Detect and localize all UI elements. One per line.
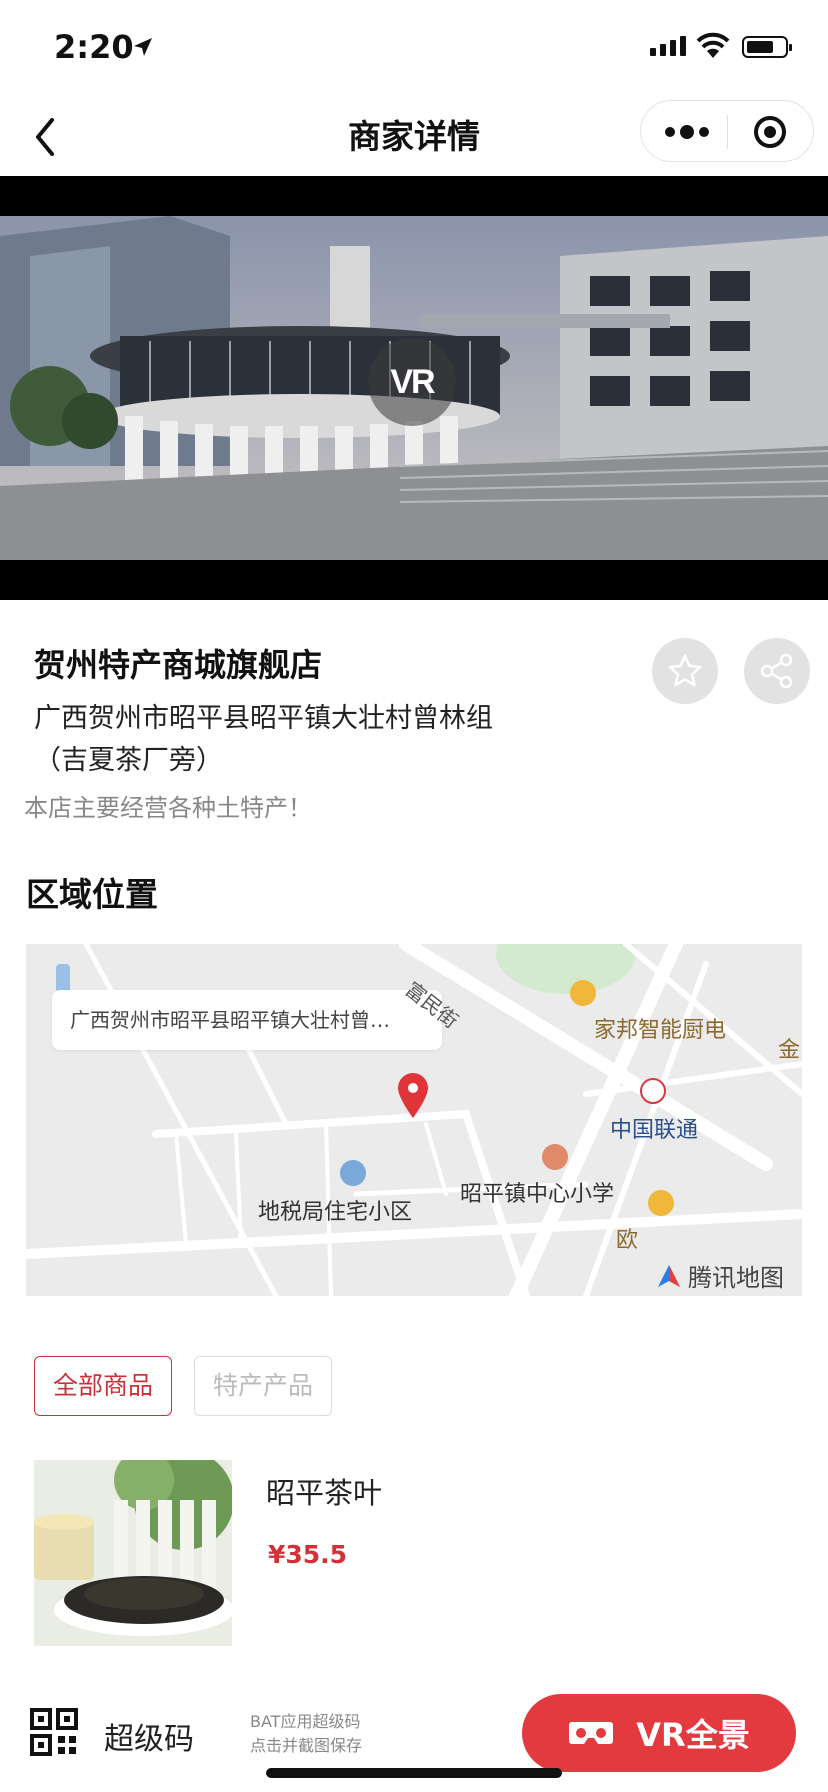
vr-panorama-label: VR全景 [636, 1716, 750, 1754]
store-name: 贺州特产商城旗舰店 [34, 646, 323, 684]
status-time: 2:20 [54, 28, 134, 66]
miniprogram-capsule [640, 100, 814, 162]
share-icon [760, 653, 793, 689]
store-description: 本店主要经营各种土特产！ [24, 794, 312, 822]
map-poi-ou: 欧 [616, 1228, 639, 1253]
vr-panorama-banner[interactable]: VR [0, 176, 828, 600]
product-name[interactable]: 昭平茶叶 [266, 1470, 382, 1512]
vr-panorama-button[interactable]: VR全景 [522, 1694, 796, 1772]
vr-goggles-icon [569, 1722, 614, 1744]
product-image-tea[interactable] [34, 1460, 232, 1646]
super-code-hint: BAT应用超级码 点击并截图保存 [250, 1710, 362, 1758]
close-miniprogram-icon[interactable] [753, 115, 787, 149]
tencent-map-logo-icon [658, 1264, 680, 1287]
tencent-map-label: 腾讯地图 [688, 1264, 784, 1292]
cellular-signal-icon [650, 36, 686, 56]
battery-icon [742, 36, 792, 58]
product-price: ¥35.5 [268, 1540, 348, 1569]
vr-badge[interactable]: VR [368, 338, 456, 426]
tencent-map-watermark: 腾讯地图 [654, 1258, 784, 1293]
tea-photo [34, 1460, 232, 1646]
map-poi-unicom: 中国联通 [610, 1118, 699, 1143]
qr-code-icon[interactable] [30, 1708, 78, 1756]
share-button[interactable] [744, 638, 810, 704]
map-location-pin-icon [398, 1073, 428, 1118]
navigation-bar: 商家详情 [0, 100, 828, 176]
location-map[interactable]: 广西贺州市昭平县昭平镇大壮村曾… 富民街 家邦智能厨电 金 中国联通 昭平镇中心… [26, 944, 802, 1296]
status-bar: 2:20 [0, 0, 828, 100]
school-poi-icon [542, 1144, 568, 1170]
store-address-line2: （吉夏茶厂旁） [34, 745, 223, 776]
map-poi-jiabang: 家邦智能厨电 [594, 1018, 727, 1043]
store-address-line1: 广西贺州市昭平县昭平镇大壮村曾林组 [34, 703, 493, 734]
shop-poi-icon [570, 980, 596, 1006]
tab-all-products[interactable]: 全部商品 [34, 1356, 172, 1416]
unicom-logo-icon [640, 1078, 666, 1104]
super-code-hint-line2: 点击并截图保存 [250, 1736, 363, 1755]
super-code-hint-line1: BAT应用超级码 [250, 1712, 361, 1731]
super-code-label[interactable]: 超级码 [104, 1714, 194, 1758]
wifi-icon [696, 32, 730, 58]
location-arrow-icon [134, 38, 152, 56]
shop-poi-icon-2 [648, 1190, 674, 1216]
map-poi-jin: 金 [778, 1038, 801, 1063]
more-options-icon[interactable] [665, 119, 709, 145]
home-indicator[interactable] [266, 1768, 562, 1778]
tab-specialty-products[interactable]: 特产产品 [194, 1356, 332, 1416]
map-poi-tax-housing: 地税局住宅小区 [258, 1200, 413, 1225]
map-address-bubble: 广西贺州市昭平县昭平镇大壮村曾… [52, 990, 442, 1050]
favorite-button[interactable] [652, 638, 718, 704]
store-address: 广西贺州市昭平县昭平镇大壮村曾林组 （吉夏茶厂旁） [34, 698, 534, 782]
star-icon [668, 654, 702, 687]
map-poi-school: 昭平镇中心小学 [460, 1182, 615, 1207]
residence-poi-icon [340, 1160, 366, 1186]
section-title-location: 区域位置 [26, 875, 158, 914]
